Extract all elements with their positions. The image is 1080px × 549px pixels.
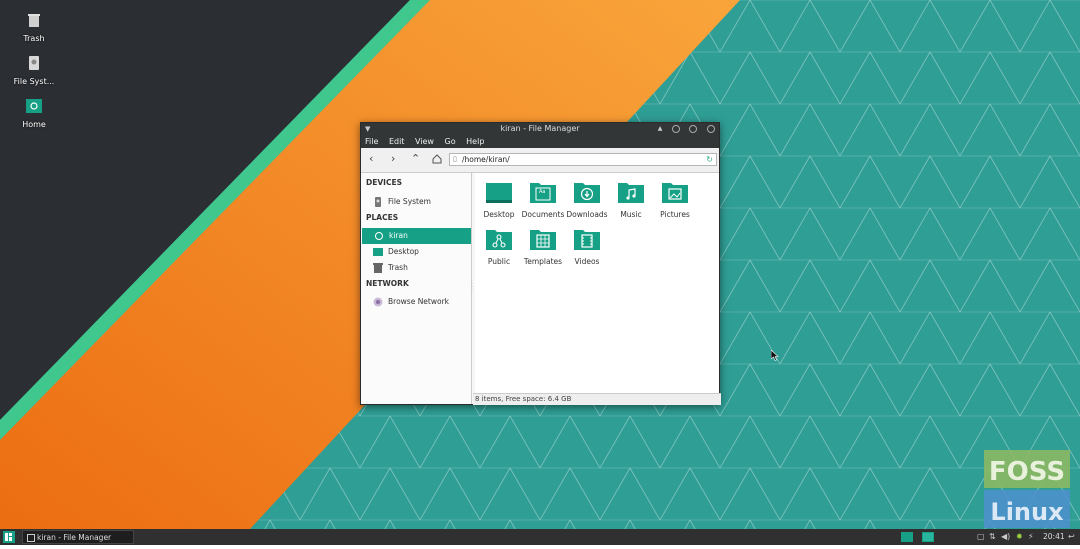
file-item-label: Public [487, 257, 511, 266]
mouse-cursor-icon [771, 350, 779, 361]
window-menu-icon[interactable]: ▼ [365, 123, 370, 135]
file-item-label: Desktop [483, 210, 515, 219]
clipboard-icon[interactable]: ▢ [977, 529, 985, 545]
desktop: Trash File Syst... Home ▼ kiran - File M… [0, 0, 1080, 529]
desktop-icon-label: File Syst... [13, 77, 55, 86]
svg-text:FOSS: FOSS [989, 457, 1065, 487]
network-icon [373, 297, 383, 307]
file-item-videos[interactable]: Videos [565, 228, 609, 266]
file-manager-window: ▼ kiran - File Manager ▲ File Edit View … [360, 122, 721, 405]
trash-icon [373, 263, 383, 273]
svg-text:Aa: Aa [539, 189, 545, 195]
drive-icon [29, 56, 39, 70]
sidebar-item-label: Desktop [388, 247, 419, 256]
desktop-icon-label: Home [22, 120, 46, 129]
status-bar: 8 items, Free space: 6.4 GB [473, 393, 721, 405]
file-item-label: Videos [574, 257, 600, 266]
sidebar-item-browse-network[interactable]: Browse Network [361, 294, 471, 310]
sidebar-item-label: Browse Network [388, 297, 450, 306]
minimize-button[interactable] [671, 125, 680, 133]
sidebar-item-desktop[interactable]: Desktop [361, 244, 471, 260]
pictures-folder-icon [662, 183, 688, 203]
sidebar: DEVICES File System PLACES kiran Desktop… [361, 173, 472, 404]
file-item-label: Templates [523, 257, 563, 266]
sidebar-item-kiran[interactable]: kiran [362, 228, 471, 244]
close-button[interactable] [707, 125, 715, 133]
forward-icon[interactable]: › [391, 153, 395, 165]
downloads-folder-icon [574, 183, 600, 203]
sidebar-item-label: Trash [388, 263, 408, 272]
menu-file[interactable]: File [365, 137, 378, 146]
file-item-label: Music [620, 210, 642, 219]
file-item-label: Pictures [660, 210, 690, 219]
up-icon[interactable]: ⌃ [411, 153, 420, 165]
power-icon[interactable]: ⚡ [1028, 529, 1034, 545]
path-text: /home/kiran/ [462, 155, 510, 164]
file-view: Desktop Aa Documents Downloads Music Pic… [475, 173, 719, 393]
file-item-documents[interactable]: Aa Documents [521, 181, 565, 219]
music-folder-icon [618, 183, 644, 203]
taskbar-item-file-manager[interactable]: kiran - File Manager [22, 530, 134, 544]
workspace-2[interactable] [922, 532, 934, 542]
sidebar-item-file-system[interactable]: File System [361, 194, 471, 210]
sidebar-heading-devices: DEVICES [366, 178, 402, 187]
home-icon[interactable] [432, 154, 442, 164]
desktop-icon-file-system[interactable]: File Syst... [8, 55, 60, 86]
menu-help[interactable]: Help [466, 137, 484, 146]
workspace-1[interactable] [901, 532, 913, 542]
taskbar: kiran - File Manager ▢ ⇅ ◀) ✹ ⚡ 20:41 ↩ [0, 529, 1080, 545]
desktop-icon-label: Trash [23, 34, 45, 43]
svg-text:Linux: Linux [990, 498, 1064, 526]
desktop-folder-icon [486, 183, 512, 203]
file-item-templates[interactable]: Templates [521, 228, 565, 266]
sidebar-heading-network: NETWORK [366, 279, 409, 288]
taskbar-item-label: kiran - File Manager [37, 533, 112, 542]
whisker-menu-button[interactable] [3, 531, 15, 543]
drive-icon [375, 197, 381, 207]
path-bar[interactable]: ▯ /home/kiran/ ↻ [449, 153, 717, 166]
fosslinux-watermark-logo: FOSS Linux [984, 450, 1070, 528]
folder-icon: ▯ [453, 155, 457, 163]
volume-icon[interactable]: ◀) [1001, 529, 1010, 545]
sidebar-item-trash[interactable]: Trash [361, 260, 471, 276]
reload-icon[interactable]: ↻ [706, 154, 713, 165]
file-item-downloads[interactable]: Downloads [565, 181, 609, 219]
desktop-icon-trash[interactable]: Trash [8, 12, 60, 43]
manjaro-logo-icon [5, 533, 12, 541]
window-title: kiran - File Manager [500, 124, 580, 133]
file-item-public[interactable]: Public [477, 228, 521, 266]
menu-go[interactable]: Go [445, 137, 456, 146]
network-tray-icon[interactable]: ⇅ [989, 529, 996, 545]
trash-icon [28, 14, 40, 27]
home-icon [375, 232, 383, 240]
title-bar[interactable]: ▼ kiran - File Manager ▲ [361, 123, 719, 135]
toolbar: ‹ › ⌃ ▯ /home/kiran/ ↻ [361, 148, 719, 173]
videos-folder-icon [574, 230, 600, 250]
shade-icon[interactable]: ▲ [658, 123, 663, 135]
clock[interactable]: 20:41 [1043, 529, 1065, 545]
file-item-label: Downloads [566, 210, 608, 219]
update-icon[interactable]: ✹ [1016, 529, 1023, 545]
documents-folder-icon: Aa [530, 183, 556, 203]
templates-folder-icon [530, 230, 556, 250]
desktop-icon-home[interactable]: Home [8, 98, 60, 129]
public-folder-icon [486, 230, 512, 250]
file-item-label: Documents [521, 210, 565, 219]
maximize-button[interactable] [689, 125, 698, 133]
desktop-icon [373, 248, 383, 256]
file-item-desktop[interactable]: Desktop [477, 181, 521, 219]
menu-view[interactable]: View [415, 137, 434, 146]
logout-icon[interactable]: ↩ [1068, 529, 1075, 545]
menu-bar: File Edit View Go Help [361, 135, 719, 148]
sidebar-item-label: kiran [389, 231, 408, 240]
window-icon [27, 534, 35, 542]
menu-edit[interactable]: Edit [389, 137, 405, 146]
file-item-pictures[interactable]: Pictures [653, 181, 697, 219]
file-item-music[interactable]: Music [609, 181, 653, 219]
back-icon[interactable]: ‹ [369, 153, 373, 165]
sidebar-item-label: File System [388, 197, 431, 206]
home-folder-icon [26, 99, 42, 113]
sidebar-heading-places: PLACES [366, 213, 399, 222]
